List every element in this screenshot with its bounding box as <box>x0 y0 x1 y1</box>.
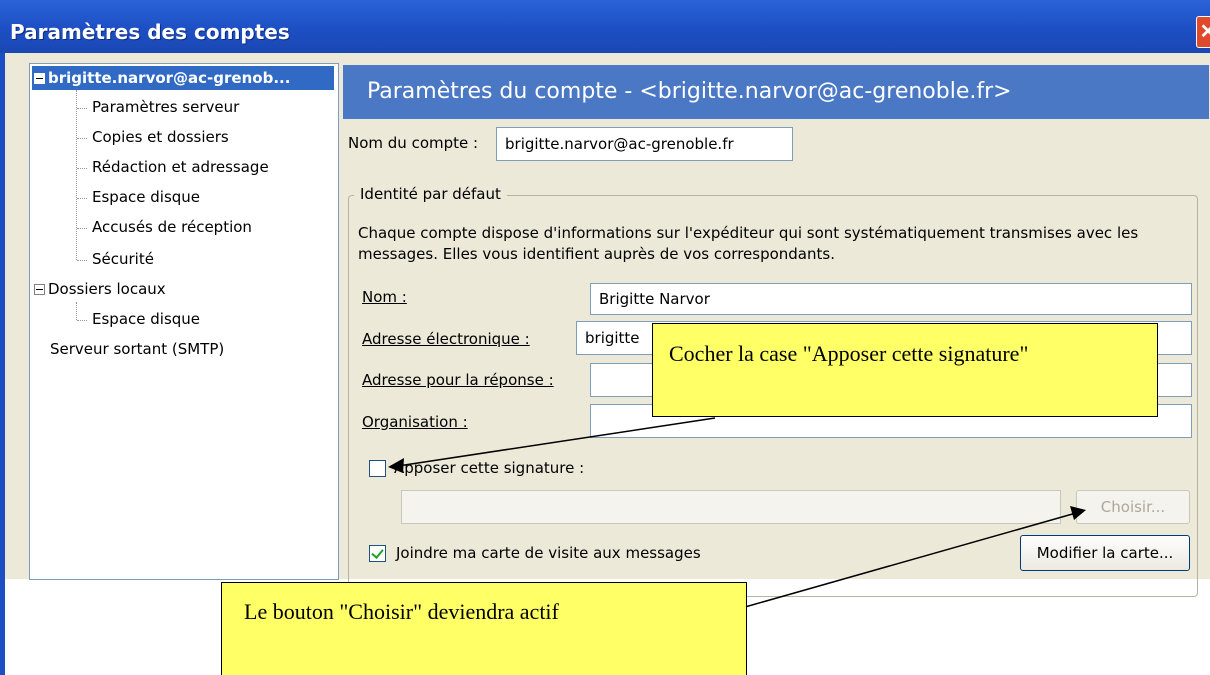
tree-item-local-label: Dossiers locaux <box>48 280 166 298</box>
tree-item-composition[interactable]: Rédaction et adressage <box>92 158 269 176</box>
tree-connector <box>76 302 77 320</box>
account-settings-panel: Paramètres du compte - <brigitte.narvor@… <box>342 63 1210 597</box>
tree-connector <box>77 168 87 169</box>
account-name-label: Nom du compte : <box>348 134 479 152</box>
choose-button[interactable]: Choisir... <box>1076 490 1190 524</box>
close-button[interactable]: ✕ <box>1196 16 1210 48</box>
tree-connector <box>77 320 87 321</box>
signature-file-field[interactable] <box>401 490 1061 524</box>
identity-description: Chaque compte dispose d'informations sur… <box>358 224 1139 263</box>
account-tree[interactable]: brigitte.narvor@ac-grenob... Paramètres … <box>29 63 339 580</box>
tree-item-disk-space[interactable]: Espace disque <box>92 188 200 206</box>
tree-item-account[interactable]: brigitte.narvor@ac-grenob... <box>32 66 334 90</box>
name-label: Nom : <box>362 288 407 306</box>
callout-button-hint: Le bouton "Choisir" deviendra actif <box>221 582 747 675</box>
close-icon: ✕ <box>1199 21 1210 43</box>
tree-item-smtp[interactable]: Serveur sortant (SMTP) <box>50 340 224 358</box>
tree-item-account-label: brigitte.narvor@ac-grenob... <box>48 69 291 87</box>
tree-item-local-folders[interactable]: Dossiers locaux <box>32 280 166 298</box>
signature-label: Apposer cette signature : <box>394 459 585 477</box>
tree-connector <box>77 228 87 229</box>
tree-item-security[interactable]: Sécurité <box>92 250 154 268</box>
vcard-label: Joindre ma carte de visite aux messages <box>396 544 701 562</box>
tree-item-receipts[interactable]: Accusés de réception <box>92 218 252 236</box>
tree-item-copies-folders[interactable]: Copies et dossiers <box>92 128 229 146</box>
collapse-icon[interactable] <box>34 73 45 84</box>
callout-checkbox-hint: Cocher la case "Apposer cette signature" <box>652 323 1158 417</box>
tree-connector <box>77 108 87 109</box>
organization-label: Organisation : <box>362 413 468 431</box>
tree-connector <box>76 90 77 260</box>
vcard-checkbox[interactable] <box>369 545 386 562</box>
collapse-icon[interactable] <box>34 284 45 295</box>
tree-connector <box>77 138 87 139</box>
tree-connector <box>77 260 87 261</box>
tree-item-local-disk-space[interactable]: Espace disque <box>92 310 200 328</box>
dialog-body: brigitte.narvor@ac-grenob... Paramètres … <box>5 53 1210 597</box>
email-label: Adresse électronique : <box>362 330 530 348</box>
name-field[interactable]: Brigitte Narvor <box>590 283 1192 315</box>
edit-card-button[interactable]: Modifier la carte... <box>1020 535 1190 571</box>
window-title: Paramètres des comptes <box>10 20 290 44</box>
panel-header: Paramètres du compte - <brigitte.narvor@… <box>343 65 1209 119</box>
signature-checkbox[interactable] <box>369 460 386 477</box>
tree-item-server-settings[interactable]: Paramètres serveur <box>92 98 239 116</box>
window-titlebar: Paramètres des comptes ✕ <box>0 0 1210 53</box>
identity-group-title: Identité par défaut <box>354 185 507 203</box>
reply-to-label: Adresse pour la réponse : <box>362 371 554 389</box>
account-name-field[interactable]: brigitte.narvor@ac-grenoble.fr <box>496 127 793 161</box>
tree-connector <box>77 198 87 199</box>
